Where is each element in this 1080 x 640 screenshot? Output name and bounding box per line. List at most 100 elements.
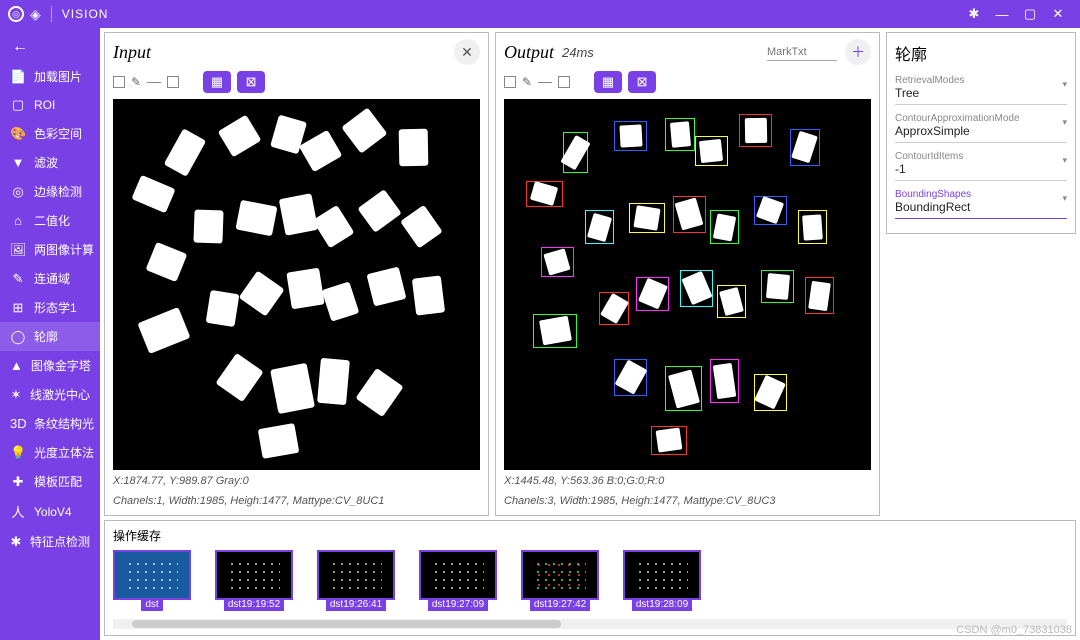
cache-thumbnail[interactable]: dst19:27:42 bbox=[521, 550, 599, 611]
property-label: RetrievalModes bbox=[895, 75, 1067, 86]
cache-thumbnail[interactable]: dst19:28:09 bbox=[623, 550, 701, 611]
sidebar-icon: ▲ bbox=[10, 358, 23, 373]
sidebar-item[interactable]: ◎ 边缘检测 bbox=[0, 177, 100, 206]
sidebar-item[interactable]: ▲ 图像金字塔 bbox=[0, 351, 100, 380]
sidebar-item[interactable]: 3D条纹结构光 bbox=[0, 409, 100, 438]
maximize-button[interactable]: ▢ bbox=[1016, 0, 1044, 28]
property-dropdown[interactable]: ContourIdItems-1▾ bbox=[895, 149, 1067, 181]
sidebar-label: 滤波 bbox=[34, 154, 58, 171]
input-panel: Input ✕ ✎ ▦ ⊠ X:1874.77, Y:989.87 Gray:0… bbox=[104, 32, 489, 516]
output-image-info: Chanels:3, Width:1985, Heigh:1477, Matty… bbox=[504, 494, 871, 509]
property-dropdown[interactable]: RetrievalModesTree▾ bbox=[895, 73, 1067, 105]
properties-panel: 轮廓 RetrievalModesTree▾ContourApproximati… bbox=[886, 32, 1076, 234]
back-button[interactable]: ← bbox=[0, 32, 100, 62]
app-logo-icon: ◎ bbox=[8, 6, 24, 22]
sidebar-label: 形态学1 bbox=[34, 299, 77, 316]
sidebar-label: 连通域 bbox=[34, 270, 70, 287]
sidebar-icon: ⌂ bbox=[10, 213, 26, 228]
sidebar-label: ROI bbox=[34, 98, 55, 112]
thumbnail-image bbox=[317, 550, 395, 600]
sidebar-item[interactable]: ⊞ 形态学1 bbox=[0, 293, 100, 322]
thumbnail-image bbox=[113, 550, 191, 600]
output-add-button[interactable]: ＋ bbox=[845, 39, 871, 65]
input-image-info: Chanels:1, Width:1985, Heigh:1477, Matty… bbox=[113, 494, 480, 509]
sidebar-icon: 💡 bbox=[10, 445, 26, 461]
sidebar-item[interactable]: ⌂ 二值化 bbox=[0, 206, 100, 235]
sidebar-item[interactable]: 📄 加载图片 bbox=[0, 62, 100, 91]
tool-plus-button[interactable]: ▦ bbox=[594, 71, 622, 93]
sidebar-item[interactable]: 🎨 色彩空间 bbox=[0, 119, 100, 148]
sidebar-icon: 人 bbox=[10, 502, 26, 521]
brush-icon: ✎ bbox=[522, 75, 532, 89]
output-viewport[interactable] bbox=[504, 99, 871, 470]
sidebar-icon: ◯ bbox=[10, 329, 26, 345]
sidebar-label: 条纹结构光 bbox=[34, 415, 94, 432]
checkbox[interactable] bbox=[113, 76, 125, 88]
sidebar-item[interactable]: ✶线激光中心 bbox=[0, 380, 100, 409]
sidebar-label: 轮廓 bbox=[34, 328, 58, 345]
input-coord-info: X:1874.77, Y:989.87 Gray:0 bbox=[113, 474, 480, 489]
property-value: -1 bbox=[895, 162, 1067, 176]
sidebar: ← 📄 加载图片 ▢ROI 🎨 色彩空间 ▼ 滤波 ◎ 边缘检测 ⌂ 二值化 🖼两图像计算 ✎ 连通域 ⊞ 形… bbox=[0, 28, 100, 640]
property-value: ApproxSimple bbox=[895, 124, 1067, 138]
thumbnail-image bbox=[521, 550, 599, 600]
sidebar-icon: ✎ bbox=[10, 271, 26, 287]
property-dropdown[interactable]: BoundingShapesBoundingRect▾ bbox=[895, 187, 1067, 219]
sidebar-icon: 📄 bbox=[10, 69, 26, 85]
sidebar-item[interactable]: ✚模板匹配 bbox=[0, 467, 100, 496]
cache-thumbnail[interactable]: dst bbox=[113, 550, 191, 611]
sidebar-label: 二值化 bbox=[34, 212, 70, 229]
sidebar-icon: ⊞ bbox=[10, 300, 26, 316]
settings-button[interactable]: ✱ bbox=[960, 0, 988, 28]
input-close-button[interactable]: ✕ bbox=[454, 39, 480, 65]
sidebar-label: 加载图片 bbox=[34, 68, 82, 85]
cube-icon: ◈ bbox=[30, 6, 41, 23]
sidebar-icon: ✱ bbox=[10, 534, 22, 550]
sidebar-item[interactable]: 💡光度立体法 bbox=[0, 438, 100, 467]
sidebar-item[interactable]: ✱特征点检测 bbox=[0, 527, 100, 556]
output-coord-info: X:1445.48, Y:563.36 B:0;G:0;R:0 bbox=[504, 474, 871, 489]
tool-delete-button[interactable]: ⊠ bbox=[628, 71, 656, 93]
sidebar-label: 边缘检测 bbox=[34, 183, 82, 200]
sidebar-icon: 🖼 bbox=[10, 242, 26, 258]
sidebar-icon: 🎨 bbox=[10, 126, 26, 142]
cache-thumbnail[interactable]: dst19:27:09 bbox=[419, 550, 497, 611]
cache-title: 操作缓存 bbox=[113, 527, 1067, 544]
sidebar-item[interactable]: ◯ 轮廓 bbox=[0, 322, 100, 351]
tool-plus-button[interactable]: ▦ bbox=[203, 71, 231, 93]
sidebar-icon: ✚ bbox=[10, 474, 26, 490]
output-timing: 24ms bbox=[562, 45, 594, 60]
checkbox[interactable] bbox=[558, 76, 570, 88]
sidebar-item[interactable]: ✎ 连通域 bbox=[0, 264, 100, 293]
input-toolbar: ✎ ▦ ⊠ bbox=[113, 71, 480, 93]
sidebar-item[interactable]: ▼ 滤波 bbox=[0, 148, 100, 177]
chevron-down-icon: ▾ bbox=[1062, 79, 1067, 90]
cache-thumbnail[interactable]: dst19:26:41 bbox=[317, 550, 395, 611]
input-title: Input bbox=[113, 42, 151, 63]
title-bar: ◎ ◈ VISION ✱ — ▢ ✕ bbox=[0, 0, 1080, 28]
close-button[interactable]: ✕ bbox=[1044, 0, 1072, 28]
minimize-button[interactable]: — bbox=[988, 0, 1016, 28]
checkbox[interactable] bbox=[167, 76, 179, 88]
checkbox[interactable] bbox=[504, 76, 516, 88]
tool-delete-button[interactable]: ⊠ bbox=[237, 71, 265, 93]
sidebar-icon: ◎ bbox=[10, 184, 26, 200]
sidebar-label: 图像金字塔 bbox=[31, 357, 91, 374]
chevron-down-icon: ▾ bbox=[1062, 155, 1067, 166]
property-label: BoundingShapes bbox=[895, 189, 1067, 200]
property-value: BoundingRect bbox=[895, 200, 1067, 214]
sidebar-item[interactable]: 人 YoloV4 bbox=[0, 496, 100, 527]
sidebar-label: 色彩空间 bbox=[34, 125, 82, 142]
sidebar-icon: ▼ bbox=[10, 155, 26, 170]
chevron-down-icon: ▾ bbox=[1062, 117, 1067, 128]
main-area: Input ✕ ✎ ▦ ⊠ X:1874.77, Y:989.87 Gray:0… bbox=[100, 28, 1080, 640]
marktxt-input[interactable] bbox=[767, 44, 837, 61]
watermark: CSDN @m0_73831038 bbox=[956, 624, 1072, 636]
sidebar-item[interactable]: 🖼两图像计算 bbox=[0, 235, 100, 264]
input-viewport[interactable] bbox=[113, 99, 480, 470]
cache-scrollbar[interactable] bbox=[113, 619, 1067, 629]
sidebar-item[interactable]: ▢ROI bbox=[0, 91, 100, 119]
sidebar-label: YoloV4 bbox=[34, 505, 72, 519]
cache-thumbnail[interactable]: dst19:19:52 bbox=[215, 550, 293, 611]
property-dropdown[interactable]: ContourApproximationModeApproxSimple▾ bbox=[895, 111, 1067, 143]
